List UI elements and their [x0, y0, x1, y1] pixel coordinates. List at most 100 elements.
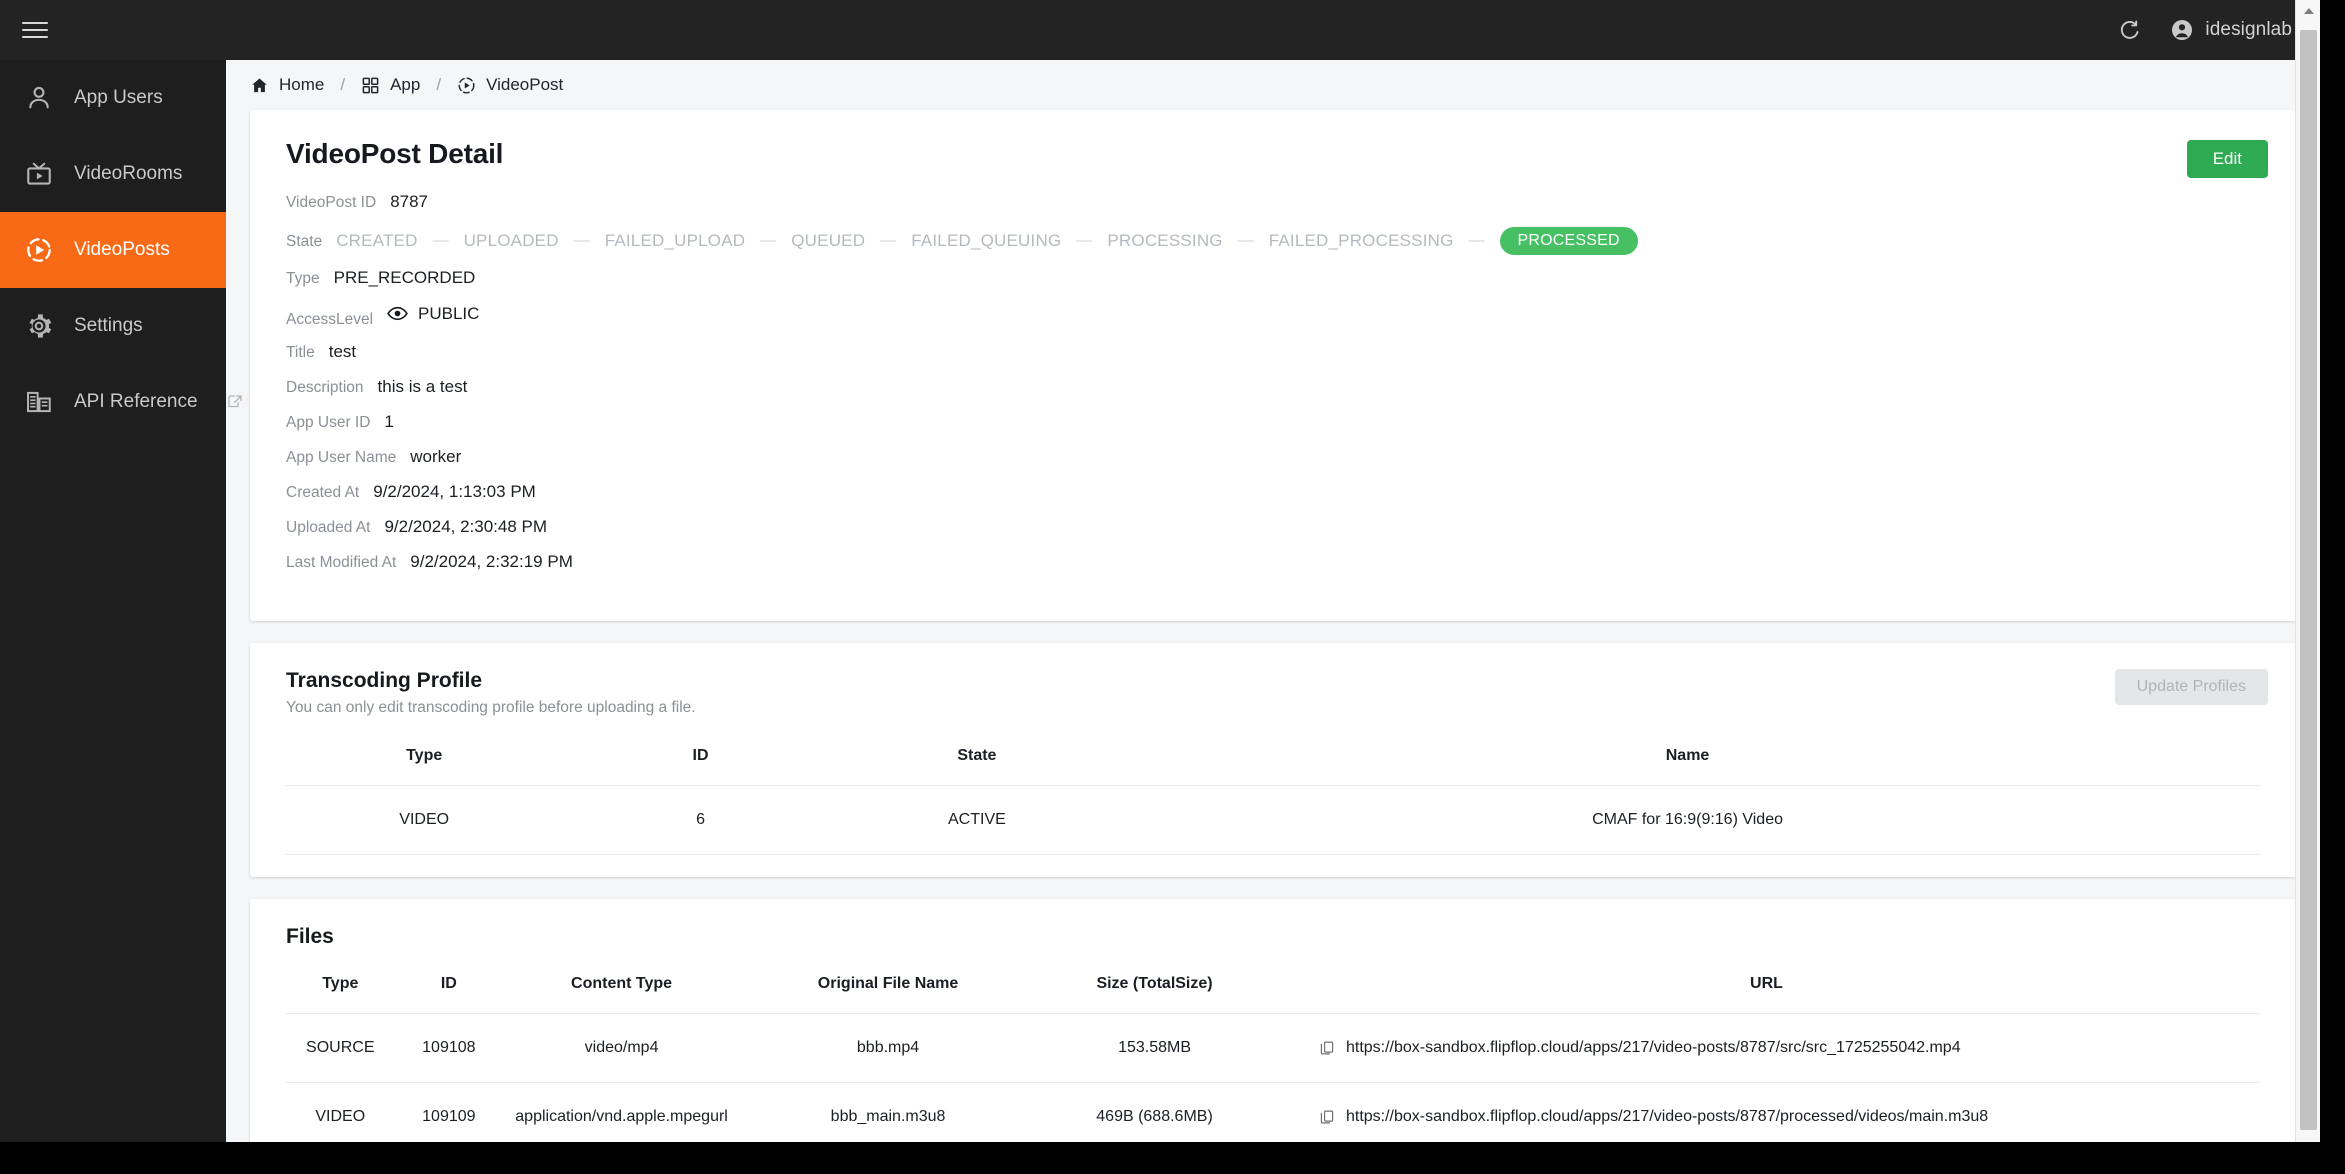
page-scrollbar[interactable] [2295, 0, 2320, 1142]
sidebar-nav: App Users VideoRooms VideoPosts Settings… [0, 60, 242, 1142]
eye-icon [387, 306, 408, 321]
state-step-current: PROCESSED [1499, 227, 1638, 255]
videopost-detail-card: VideoPost Detail Edit VideoPost ID 8787 … [250, 110, 2296, 621]
topbar-actions: idesignlab [2116, 0, 2292, 60]
breadcrumb-separator: / [340, 75, 346, 94]
breadcrumb-separator: / [436, 75, 442, 94]
state-step: CREATED [336, 231, 418, 250]
field-last-modified-at: Last Modified At 9/2/2024, 2:32:19 PM [286, 552, 2260, 574]
transcoding-profile-card: Transcoding Profile You can only edit tr… [250, 643, 2296, 877]
sidebar-item-label: VideoPosts [74, 239, 170, 260]
play-circle-dashed-icon [24, 235, 54, 265]
table-row: VIDEO 109109 application/vnd.apple.mpegurl… [286, 1082, 2260, 1142]
sidebar-item-app-users[interactable]: App Users [0, 60, 226, 136]
column-header: ID [692, 747, 709, 764]
gear-icon [24, 311, 54, 341]
table-cell: 109108 [394, 1013, 504, 1083]
external-link-icon [226, 393, 244, 411]
breadcrumb: Home / App / VideoPost [226, 60, 2320, 110]
table-cell: video/mp4 [503, 1013, 740, 1083]
state-step: QUEUED [791, 231, 866, 250]
field-label: Created At [286, 484, 360, 501]
breadcrumb-item-home[interactable]: Home [250, 75, 324, 95]
table-cell: 153.58MB [1036, 1013, 1273, 1083]
tv-play-icon [24, 159, 54, 189]
scrollbar-up-arrow[interactable] [2296, 0, 2320, 22]
transcoding-table-head: Type ID State Name [286, 735, 2260, 786]
column-header: Original File Name [817, 975, 959, 992]
main-content: Home / App / VideoPost VideoPost Detail … [226, 60, 2320, 1142]
table-cell: 469B (688.6MB) [1036, 1082, 1273, 1142]
sidebar-item-videorooms[interactable]: VideoRooms [0, 136, 226, 212]
section-title: Transcoding Profile [286, 669, 483, 692]
state-step: FAILED_UPLOAD [604, 231, 746, 250]
app-root: idesignlab App Users VideoRooms VideoPos… [0, 0, 2345, 1174]
table-cell-url: https://box-sandbox.flipflop.cloud/apps/… [1272, 1013, 2260, 1083]
table-cell: application/vnd.apple.mpegurl [503, 1082, 740, 1142]
breadcrumb-label: VideoPost [486, 75, 564, 94]
refresh-button[interactable] [2116, 16, 2144, 44]
sidebar-item-settings[interactable]: Settings [0, 288, 226, 364]
field-value: 9/2/2024, 2:32:19 PM [410, 552, 573, 571]
window-bottom-band [0, 1142, 2345, 1174]
url-cell-content: https://box-sandbox.flipflop.cloud/apps/… [1279, 1108, 2254, 1126]
field-label: Uploaded At [286, 519, 371, 536]
column-header: Name [1665, 747, 1710, 764]
section-title: Files [286, 925, 334, 948]
copy-icon[interactable] [1319, 1109, 1335, 1125]
browser-viewport: idesignlab App Users VideoRooms VideoPos… [0, 0, 2320, 1142]
breadcrumb-item-videopost[interactable]: VideoPost [457, 75, 563, 95]
field-value: 8787 [390, 192, 429, 211]
column-header: Type [322, 975, 359, 992]
breadcrumb-item-app[interactable]: App [361, 75, 420, 95]
table-header-row: Type ID Content Type Original File Name Size… [286, 963, 2260, 1014]
field-videopost-id: VideoPost ID 8787 [286, 192, 2260, 214]
copy-icon[interactable] [1319, 1040, 1335, 1056]
field-type: Type PRE_RECORDED [286, 268, 2260, 290]
edit-button[interactable]: Edit [2186, 140, 2268, 178]
username-label: idesignlab [2205, 19, 2292, 40]
url-cell-content: https://box-sandbox.flipflop.cloud/apps/… [1279, 1039, 2254, 1057]
state-step: PROCESSING [1107, 231, 1223, 250]
transcoding-table-body: VIDEO 6 ACTIVE CMAF for 16:9(9:16) Video [286, 785, 2260, 855]
field-label: State [286, 233, 323, 250]
field-value: worker [410, 447, 462, 466]
scrollbar-thumb[interactable] [2300, 30, 2317, 1130]
state-step: FAILED_QUEUING [911, 231, 1062, 250]
field-app-user-id: App User ID 1 [286, 412, 2260, 434]
table-cell: VIDEO [286, 1082, 395, 1142]
field-value: this is a test [377, 377, 468, 396]
state-progress-chain: CREATED — UPLOADED — FAILED_UPLOAD — QUEUED — FA… [336, 227, 1638, 255]
column-header: Content Type [571, 975, 673, 992]
table-row: SOURCE 109108 video/mp4 bbb.mp4 153.58MB http… [286, 1013, 2260, 1083]
field-label: App User Name [286, 449, 397, 466]
table-cell: VIDEO [286, 785, 563, 855]
grid-apps-icon [362, 77, 379, 93]
accesslevel-label: PUBLIC [418, 303, 480, 323]
state-separator: — [880, 232, 897, 249]
table-cell: CMAF for 16:9(9:16) Video [1115, 785, 2260, 855]
state-step: FAILED_PROCESSING [1268, 231, 1454, 250]
table-cell: ACTIVE [838, 785, 1116, 855]
field-label: Title [286, 344, 315, 361]
field-value: test [328, 342, 357, 361]
field-label: Type [286, 270, 320, 287]
play-circle-dashed-icon [458, 77, 475, 93]
sidebar-item-videoposts[interactable]: VideoPosts [0, 212, 226, 288]
sidebar-item-label: Settings [74, 315, 143, 336]
user-account-button[interactable]: idesignlab [2170, 18, 2292, 42]
sidebar-item-api-reference[interactable]: API Reference [0, 364, 242, 440]
field-description: Description this is a test [286, 377, 2260, 399]
field-state: State CREATED — UPLOADED — FAILED_UPLOAD — QUE… [286, 227, 2260, 255]
home-icon [252, 78, 267, 92]
column-header: URL [1750, 975, 1783, 992]
book-list-icon [24, 387, 54, 417]
update-profiles-button[interactable]: Update Profiles [2114, 669, 2268, 705]
table-row: VIDEO 6 ACTIVE CMAF for 16:9(9:16) Video [286, 785, 2260, 855]
sidebar-item-label: API Reference [74, 391, 198, 412]
files-table-head: Type ID Content Type Original File Name Size… [286, 963, 2260, 1014]
table-cell: bbb.mp4 [740, 1013, 1037, 1083]
hamburger-menu-button[interactable] [0, 0, 70, 60]
state-separator: — [760, 232, 777, 249]
field-label: Last Modified At [286, 554, 397, 571]
